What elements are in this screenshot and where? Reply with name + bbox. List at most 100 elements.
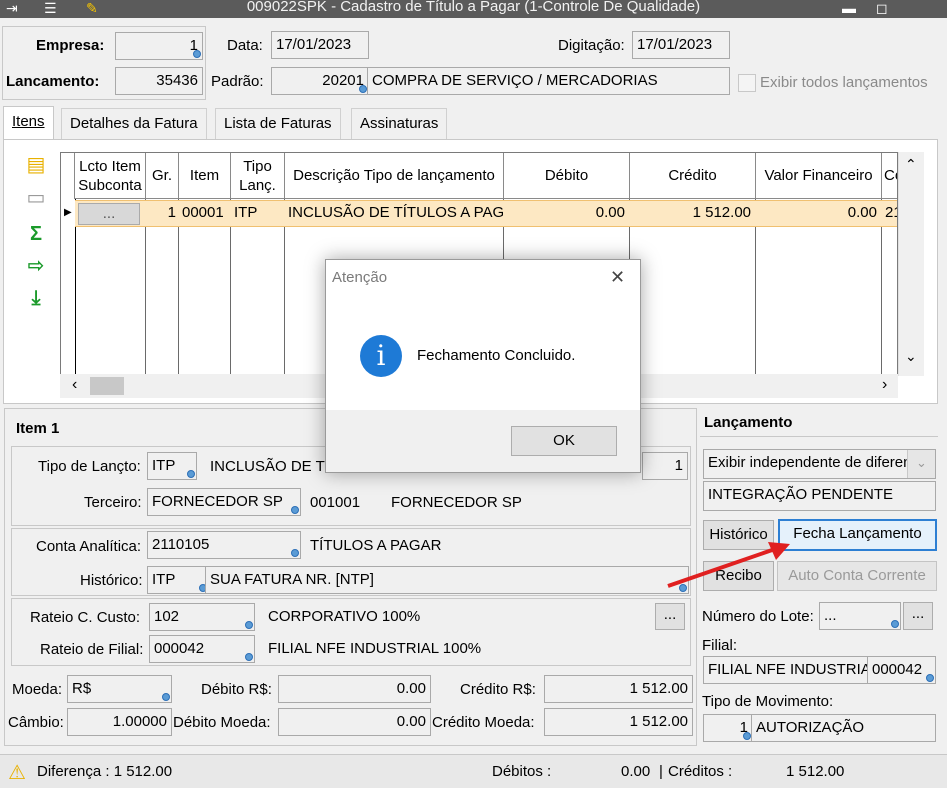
dialog-message: Fechamento Concluido. xyxy=(417,347,576,364)
grid-header-credito[interactable]: Crédito xyxy=(630,153,756,199)
warning-icon: ⚠ xyxy=(8,762,26,784)
rateio-filial-desc: FILIAL NFE INDUSTRIAL 100% xyxy=(268,640,482,657)
status-separator: | xyxy=(659,763,663,780)
status-bar: ⚠ Diferença : 1 512.00 Débitos : 0.00 | … xyxy=(0,754,947,788)
grid-header-tipo[interactable]: Tipo Lanç. xyxy=(231,153,285,199)
conta-desc: TÍTULOS A PAGAR xyxy=(310,537,442,554)
exibir-todos-checkbox[interactable] xyxy=(738,74,756,92)
info-icon: i xyxy=(360,335,402,377)
debito-rs-field: 0.00 xyxy=(278,675,431,703)
empresa-field[interactable]: 1 xyxy=(115,32,203,60)
status-field: INTEGRAÇÃO PENDENTE xyxy=(703,481,936,511)
item-title: Item 1 xyxy=(16,420,60,437)
conta-label: Conta Analítica: xyxy=(36,538,142,555)
terceiro-code: 001001 xyxy=(310,494,361,511)
conta-field[interactable]: 2110105 xyxy=(147,531,301,559)
data-label: Data: xyxy=(227,37,263,54)
digitacao-label: Digitação: xyxy=(558,37,625,54)
grid-vertical-scrollbar[interactable]: ⌃ ⌄ xyxy=(898,152,924,376)
export-icon[interactable]: ⇨ xyxy=(24,254,48,278)
ok-button[interactable]: OK xyxy=(511,426,617,456)
debito-moeda-label: Débito Moeda: xyxy=(173,714,271,731)
numero-lote-field[interactable]: ... xyxy=(819,602,901,630)
creditos-value: 1 512.00 xyxy=(786,763,845,780)
grid-header-item[interactable]: Item xyxy=(179,153,231,199)
tab-itens[interactable]: Itens xyxy=(3,106,54,140)
rateio-cc-ellipsis-button[interactable]: ... xyxy=(655,603,685,630)
scroll-down-icon[interactable]: ⌄ xyxy=(905,348,917,365)
numero-lote-ellipsis-button[interactable]: ... xyxy=(903,602,933,630)
row-item: 00001 xyxy=(182,204,224,221)
empresa-label: Empresa: xyxy=(36,37,105,54)
creditos-label: Créditos : xyxy=(668,763,733,780)
cambio-label: Câmbio: xyxy=(8,714,64,731)
close-icon[interactable]: ✕ xyxy=(610,267,625,287)
row-credito: 1 512.00 xyxy=(692,204,751,221)
row-descricao: INCLUSÃO DE TÍTULOS A PAGAR xyxy=(288,204,503,221)
padrao-label: Padrão: xyxy=(211,73,264,90)
scroll-right-icon[interactable]: › xyxy=(882,376,887,394)
move-last-icon[interactable]: ⤓ xyxy=(24,286,48,310)
grid-header-co[interactable]: Co xyxy=(882,153,897,199)
filial-code-field[interactable]: 000042 xyxy=(867,656,936,684)
add-row-icon[interactable]: ▤ xyxy=(24,153,48,177)
historico-code-field[interactable]: ITP xyxy=(147,566,209,594)
maximize-icon[interactable]: ◻ xyxy=(876,0,888,16)
scroll-thumb[interactable] xyxy=(90,377,124,395)
grid-header-debito[interactable]: Débito xyxy=(504,153,630,199)
data-field[interactable]: 17/01/2023 xyxy=(271,31,369,59)
row-tipo: ITP xyxy=(234,204,258,221)
minimize-icon[interactable]: ▬ xyxy=(842,0,856,16)
tipo-mov-desc-field: AUTORIZAÇÃO xyxy=(751,714,936,742)
scroll-up-icon[interactable]: ⌃ xyxy=(905,156,917,173)
tipo-lancto-num-field[interactable]: 1 xyxy=(642,452,688,480)
lancamento-panel-title: Lançamento xyxy=(704,414,793,431)
credito-moeda-label: Crédito Moeda: xyxy=(432,714,535,731)
fecha-lancamento-button[interactable]: Fecha Lançamento xyxy=(778,519,937,551)
credito-rs-label: Crédito R$: xyxy=(460,681,536,698)
tab-assinaturas-label: Assinaturas xyxy=(360,115,439,132)
sum-icon[interactable]: Σ xyxy=(24,222,48,246)
delete-row-icon[interactable]: ▭ xyxy=(24,186,48,210)
terceiro-label: Terceiro: xyxy=(84,494,142,511)
row-gr: 1 xyxy=(167,204,176,221)
moeda-field[interactable]: R$ xyxy=(67,675,172,703)
tab-lista-faturas[interactable]: Lista de Faturas xyxy=(215,108,341,139)
tipo-lancto-code-field[interactable]: ITP xyxy=(147,452,197,480)
rateio-cc-label: Rateio C. Custo: xyxy=(30,609,141,626)
exibir-todos-label: Exibir todos lançamentos xyxy=(760,74,928,91)
grid-indicator-header xyxy=(61,153,75,199)
attention-dialog: Atenção ✕ i Fechamento Concluido. OK xyxy=(325,259,641,473)
dialog-title: Atenção xyxy=(332,269,388,286)
tipo-mov-code-field[interactable]: 1 xyxy=(703,714,753,742)
row-lcto-button[interactable]: ... xyxy=(78,203,140,225)
rateio-cc-field[interactable]: 102 xyxy=(149,603,255,631)
filial-name-field: FILIAL NFE INDUSTRIAL xyxy=(703,656,869,684)
cambio-field[interactable]: 1.00000 xyxy=(67,708,172,736)
grid-header-gr[interactable]: Gr. xyxy=(146,153,179,199)
filial-label: Filial: xyxy=(702,637,738,654)
grid-header-descricao[interactable]: Descrição Tipo de lançamento xyxy=(285,153,504,199)
rateio-filial-field[interactable]: 000042 xyxy=(149,635,255,663)
auto-conta-corrente-button: Auto Conta Corrente xyxy=(777,561,937,591)
grid-header-valor-financeiro[interactable]: Valor Financeiro xyxy=(756,153,882,199)
scroll-left-icon[interactable]: ‹ xyxy=(72,376,77,394)
rateio-filial-label: Rateio de Filial: xyxy=(40,641,144,658)
row-valor-financeiro: 0.00 xyxy=(847,204,877,221)
tab-detalhes-fatura[interactable]: Detalhes da Fatura xyxy=(61,108,207,139)
digitacao-field[interactable]: 17/01/2023 xyxy=(632,31,730,59)
row-co: 21 xyxy=(885,204,897,221)
historico-text-field[interactable]: SUA FATURA NR. [NTP] xyxy=(205,566,689,594)
tab-assinaturas[interactable]: Assinaturas xyxy=(351,108,448,139)
historico-label: Histórico: xyxy=(80,572,143,589)
exibir-select[interactable]: Exibir independente de diferença ⌄ xyxy=(703,449,936,479)
diferenca-text: Diferença : 1 512.00 xyxy=(37,763,173,780)
lancamento-field[interactable]: 35436 xyxy=(115,67,203,95)
terceiro-field[interactable]: FORNECEDOR SP xyxy=(147,488,301,516)
rateio-cc-desc: CORPORATIVO 100% xyxy=(268,608,421,625)
chevron-down-icon[interactable]: ⌄ xyxy=(907,450,935,478)
grid-header-lcto[interactable]: Lcto Item Subconta xyxy=(75,153,146,199)
padrao-desc-field: COMPRA DE SERVIÇO / MERCADORIAS xyxy=(367,67,730,95)
padrao-code-field[interactable]: 20201 xyxy=(271,67,369,95)
tab-itens-label: Itens xyxy=(12,113,45,130)
